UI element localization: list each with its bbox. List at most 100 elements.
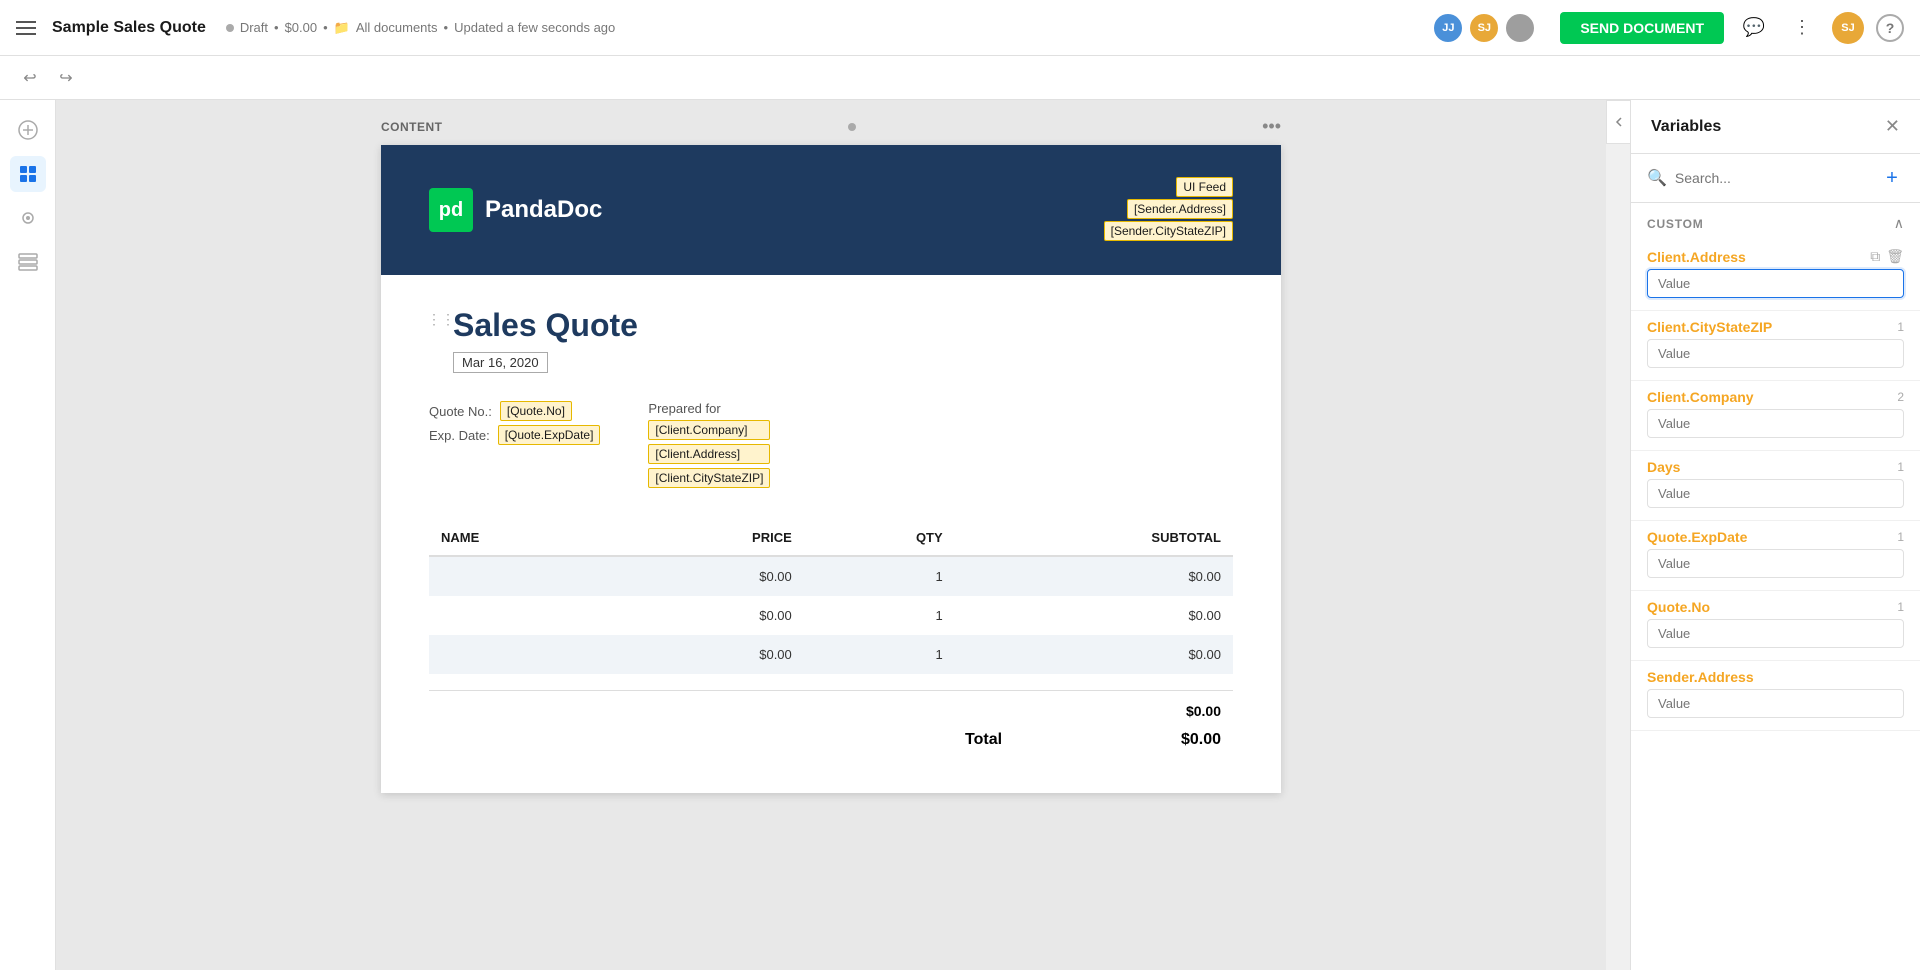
total-value: $0.00 <box>1181 731 1221 749</box>
search-row: 🔍 + <box>1631 154 1920 203</box>
delete-variable-button[interactable]: 🗑 <box>1886 248 1904 265</box>
document-title-heading: Sales Quote <box>453 307 638 344</box>
hamburger-menu[interactable] <box>16 16 40 40</box>
panel-close-button[interactable]: ✕ <box>1885 116 1900 137</box>
variables-list: CUSTOM ∧ Client.Address ⧉ 🗑 Client.CityS… <box>1631 203 1920 970</box>
main-content: CONTENT ••• pd PandaDoc UI Feed [Sender.… <box>0 100 1920 970</box>
table-row: $0.00 1 $0.00 <box>429 556 1233 596</box>
status-badge: Draft <box>240 20 268 35</box>
sender-address-tag[interactable]: [Sender.Address] <box>1127 199 1233 219</box>
avatar-extra <box>1504 12 1536 44</box>
sidebar-icon-variables[interactable] <box>10 156 46 192</box>
cell-price: $0.00 <box>614 635 804 674</box>
variable-name: Quote.No <box>1647 599 1710 615</box>
user-avatar[interactable]: SJ <box>1832 12 1864 44</box>
variable-header: Quote.No 1 <box>1647 599 1904 615</box>
variable-count: 1 <box>1897 460 1904 474</box>
cell-subtotal: $0.00 <box>955 596 1233 635</box>
avatar-jj: JJ <box>1432 12 1464 44</box>
company-name: PandaDoc <box>485 196 602 224</box>
variable-value-input[interactable] <box>1647 619 1904 648</box>
variable-item: Days 1 <box>1631 451 1920 521</box>
variable-header: Client.Address ⧉ 🗑 <box>1647 248 1904 265</box>
content-more-button[interactable]: ••• <box>1262 116 1281 137</box>
variable-value-input[interactable] <box>1647 339 1904 368</box>
sidebar-icon-style[interactable] <box>10 200 46 236</box>
variable-item: Quote.ExpDate 1 <box>1631 521 1920 591</box>
table-row: $0.00 1 $0.00 <box>429 596 1233 635</box>
amount-display: $0.00 <box>285 20 318 35</box>
variable-name: Days <box>1647 459 1680 475</box>
variable-value-input[interactable] <box>1647 549 1904 578</box>
chat-icon-button[interactable]: 💬 <box>1736 10 1772 46</box>
updated-timestamp: Updated a few seconds ago <box>454 20 615 35</box>
quote-no-label: Quote No.: <box>429 404 492 419</box>
variable-header: Client.Company 2 <box>1647 389 1904 405</box>
ui-feed-tag[interactable]: UI Feed <box>1176 177 1233 197</box>
variable-header: Days 1 <box>1647 459 1904 475</box>
variable-count: 2 <box>1897 390 1904 404</box>
cell-qty: 1 <box>804 556 955 596</box>
sidebar-icon-grid[interactable] <box>10 244 46 280</box>
col-subtotal: SUBTOTAL <box>955 520 1233 556</box>
custom-section-label: CUSTOM <box>1647 217 1704 231</box>
custom-chevron-icon: ∧ <box>1894 215 1904 232</box>
variable-item: Client.Address ⧉ 🗑 <box>1631 240 1920 311</box>
document-area: CONTENT ••• pd PandaDoc UI Feed [Sender.… <box>56 100 1606 970</box>
status-dot <box>226 24 234 32</box>
variable-header: Client.CityStateZIP 1 <box>1647 319 1904 335</box>
panel-expand-button[interactable] <box>1606 100 1630 144</box>
folder-icon: 📁 <box>334 20 350 36</box>
document-paper: pd PandaDoc UI Feed [Sender.Address] [Se… <box>381 145 1281 793</box>
col-qty: QTY <box>804 520 955 556</box>
redo-button[interactable]: ↪ <box>52 64 80 92</box>
variable-name: Client.CityStateZIP <box>1647 319 1772 335</box>
pd-icon: pd <box>429 188 473 232</box>
client-citystate-tag[interactable]: [Client.CityStateZIP] <box>648 468 770 488</box>
client-company-tag[interactable]: [Client.Company] <box>648 420 770 440</box>
document-meta: Draft • $0.00 • 📁 All documents • Update… <box>226 20 615 36</box>
cell-subtotal: $0.00 <box>955 635 1233 674</box>
quote-info-col: Quote No.: [Quote.No] Exp. Date: [Quote.… <box>429 401 600 488</box>
help-button[interactable]: ? <box>1876 14 1904 42</box>
document-header: pd PandaDoc UI Feed [Sender.Address] [Se… <box>381 145 1281 275</box>
drag-handle[interactable]: ⋮⋮ <box>429 307 453 331</box>
variable-count: 1 <box>1897 320 1904 334</box>
variable-item: Sender.Address <box>1631 661 1920 731</box>
custom-section-header[interactable]: CUSTOM ∧ <box>1631 203 1920 240</box>
cell-name <box>429 556 614 596</box>
variable-header: Quote.ExpDate 1 <box>1647 529 1904 545</box>
exp-date-label: Exp. Date: <box>429 428 490 443</box>
search-input[interactable] <box>1675 170 1872 186</box>
variable-count: 1 <box>1897 600 1904 614</box>
sidebar-icon-add[interactable] <box>10 112 46 148</box>
variable-value-input[interactable] <box>1647 269 1904 298</box>
variable-value-input[interactable] <box>1647 689 1904 718</box>
variables-panel: Variables ✕ 🔍 + CUSTOM ∧ Client.Address … <box>1630 100 1920 970</box>
variable-name: Client.Address <box>1647 249 1746 265</box>
send-document-button[interactable]: SEND DOCUMENT <box>1560 12 1724 44</box>
cell-price: $0.00 <box>614 556 804 596</box>
content-toolbar: CONTENT ••• <box>381 116 1281 137</box>
variable-value-input[interactable] <box>1647 409 1904 438</box>
exp-date-value[interactable]: [Quote.ExpDate] <box>498 425 601 445</box>
variable-name: Quote.ExpDate <box>1647 529 1747 545</box>
content-label: CONTENT <box>381 120 443 134</box>
variable-name: Client.Company <box>1647 389 1754 405</box>
variable-item: Client.CityStateZIP 1 <box>1631 311 1920 381</box>
quote-no-value[interactable]: [Quote.No] <box>500 401 572 421</box>
more-options-button[interactable]: ⋮ <box>1784 10 1820 46</box>
variables-container: Client.Address ⧉ 🗑 Client.CityStateZIP 1… <box>1631 240 1920 731</box>
variable-value-input[interactable] <box>1647 479 1904 508</box>
document-toolbar: ↩ ↪ <box>0 56 1920 100</box>
prepared-for-col: Prepared for [Client.Company] [Client.Ad… <box>648 401 770 488</box>
add-variable-button[interactable]: + <box>1880 166 1904 190</box>
copy-variable-button[interactable]: ⧉ <box>1870 248 1880 265</box>
undo-button[interactable]: ↩ <box>16 64 44 92</box>
line-items-table: NAME PRICE QTY SUBTOTAL $0.00 1 $0.00 $0… <box>429 520 1233 674</box>
client-address-tag[interactable]: [Client.Address] <box>648 444 770 464</box>
table-row: $0.00 1 $0.00 <box>429 635 1233 674</box>
sender-citystate-tag[interactable]: [Sender.CityStateZIP] <box>1104 221 1233 241</box>
document-title: Sample Sales Quote <box>52 19 206 37</box>
panel-title: Variables <box>1651 118 1721 136</box>
